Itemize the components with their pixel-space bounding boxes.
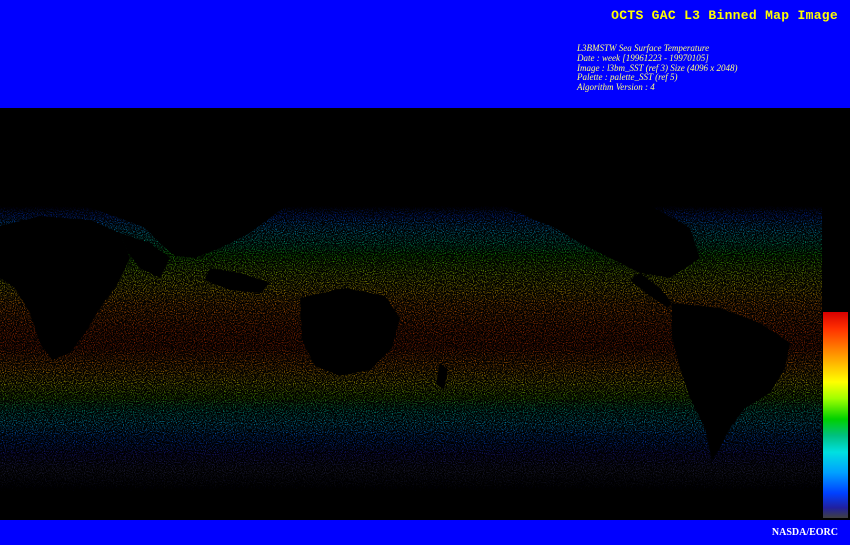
map-title: OCTS GAC L3 Binned Map Image <box>611 8 838 23</box>
credit-text: NASDA/EORC <box>771 527 838 538</box>
footer-banner: NASDA/EORC <box>0 520 850 545</box>
algorithm-line: Algorithm Version : 4 <box>577 82 655 93</box>
land-antarctica <box>0 496 822 520</box>
metadata-block: L3BMSTW Sea Surface Temperature Date : w… <box>577 43 737 93</box>
sst-map <box>0 163 822 520</box>
map-area <box>0 108 850 520</box>
header-banner: OCTS GAC L3 Binned Map Image L3BMSTW Sea… <box>0 0 850 108</box>
polar-no-data <box>0 108 822 163</box>
sst-colorbar <box>823 312 848 518</box>
